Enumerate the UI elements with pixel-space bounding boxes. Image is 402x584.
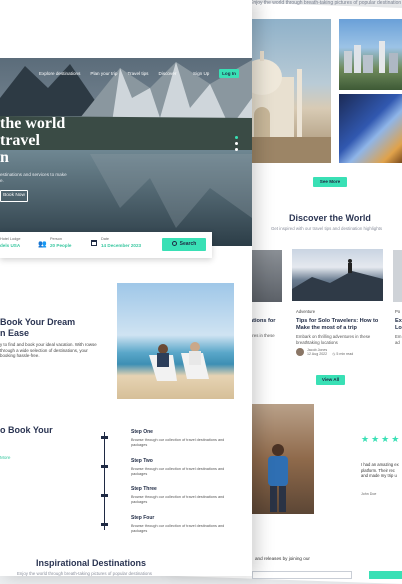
carousel-dot-active[interactable] — [235, 136, 238, 139]
book-dream-desc: y to find and book your ideal vacation. … — [0, 342, 97, 359]
article-card-left[interactable]: ations for ures in these — [250, 318, 282, 358]
nav-plan-your-trip[interactable]: Plan your trip — [90, 71, 117, 76]
article-card-solo-travel[interactable]: Adventure Tips for Solo Travelers: How t… — [296, 309, 384, 361]
view-all-button[interactable]: View All — [316, 375, 345, 385]
nav-explore-destinations[interactable]: Explore destinations — [39, 71, 80, 76]
beach-chairs-photo — [117, 283, 234, 399]
article-card-right[interactable]: Po Ex Lo Em ad — [395, 309, 402, 349]
date-value: 14 December 2023 — [101, 243, 142, 248]
book-dream-title: Book Your Dream n Ease — [0, 317, 76, 338]
author-avatar — [296, 348, 304, 356]
rating-stars: ★★★★ — [361, 434, 402, 444]
gallery-caption: Enjoy the world through breath-taking pi… — [250, 0, 402, 6]
article-desc: Embark on thrilling adventures in these … — [296, 334, 371, 345]
timeline-node — [101, 436, 108, 439]
article-photo-hiker — [292, 249, 383, 301]
inspirational-title: Inspirational Destinations — [36, 558, 147, 568]
newsletter-email-input[interactable] — [252, 571, 352, 579]
steps-title: o Book Your — [0, 425, 53, 435]
nav-discover[interactable]: Discover — [158, 71, 176, 76]
newsletter-text: and releases by joining our — [255, 556, 310, 561]
see-more-button[interactable]: See More — [313, 177, 347, 187]
timeline-node — [101, 494, 108, 497]
location-value: dels USA — [0, 243, 21, 248]
people-icon: 👥 — [38, 241, 47, 248]
article-photo-right — [393, 250, 402, 302]
testimonial-photo — [252, 404, 314, 514]
steps-timeline — [104, 432, 105, 530]
timeline-node — [101, 523, 108, 526]
step-item: Step Two Browse through our collection o… — [131, 458, 225, 476]
sign-up-link[interactable]: Sign Up — [193, 71, 209, 76]
location-field[interactable]: Hotel Lodge dels USA — [0, 237, 20, 248]
guests-field[interactable]: Person 20 People — [50, 237, 71, 248]
carousel-dot[interactable] — [235, 148, 238, 151]
location-label: Hotel Lodge — [0, 237, 21, 241]
article-title: Ex Lo — [395, 318, 402, 331]
article-tag: Po — [395, 309, 401, 314]
guests-value: 20 People — [50, 243, 72, 248]
book-now-button[interactable]: Book Now — [0, 190, 28, 202]
hero-title: the world travel n — [0, 115, 66, 166]
booking-search-bar: Hotel Lodge dels USA 👥 Person 20 People … — [0, 232, 212, 258]
article-title: ations for — [250, 318, 276, 324]
city-skyline-photo — [339, 19, 402, 90]
timeline-node — [101, 465, 108, 468]
discover-title: Discover the World — [289, 213, 371, 223]
steps-more-link[interactable]: More — [0, 455, 10, 460]
guests-label: Person — [50, 237, 63, 241]
read-time: 5 min read — [336, 352, 354, 356]
carousel-dot[interactable] — [235, 142, 238, 145]
modern-building-photo — [339, 94, 402, 163]
clock-icon: ◷ — [332, 352, 336, 356]
newsletter-subscribe-button[interactable] — [369, 571, 402, 579]
testimonial-author: John Doe — [361, 492, 377, 496]
step-item: Step One Browse through our collection o… — [131, 429, 225, 447]
carousel-dots — [235, 136, 238, 154]
article-tag: Adventure — [296, 309, 316, 314]
testimonial-quote: I had an amazing ex platform. Their rec … — [361, 462, 399, 479]
step-item: Step Four Browse through our collection … — [131, 515, 225, 533]
step-item: Step Three Browse through our collection… — [131, 486, 225, 504]
date-label: Date — [101, 237, 110, 241]
search-icon — [171, 241, 177, 246]
calendar-icon — [91, 240, 97, 246]
article-photo-left — [250, 250, 282, 302]
log-in-button[interactable]: Log In — [219, 69, 239, 78]
article-desc: ures in these — [250, 332, 275, 338]
article-title: Tips for Solo Travelers: How to Make the… — [296, 318, 379, 331]
hero-description: estinations and services to make e. — [0, 172, 67, 183]
article-desc: Em ad — [395, 334, 402, 345]
inspirational-subtitle: Enjoy the world through breath-taking pi… — [17, 571, 152, 576]
top-nav: Explore destinations Plan your trip Trav… — [39, 71, 186, 76]
nav-travel-tips[interactable]: Travel tips — [127, 71, 148, 76]
search-button[interactable]: Search — [162, 238, 206, 251]
article-date: 12 Aug 2022 — [307, 352, 328, 356]
discover-subtitle: Get inspired with our travel tips and de… — [271, 226, 383, 231]
date-field[interactable]: Date 14 December 2023 — [101, 237, 141, 248]
